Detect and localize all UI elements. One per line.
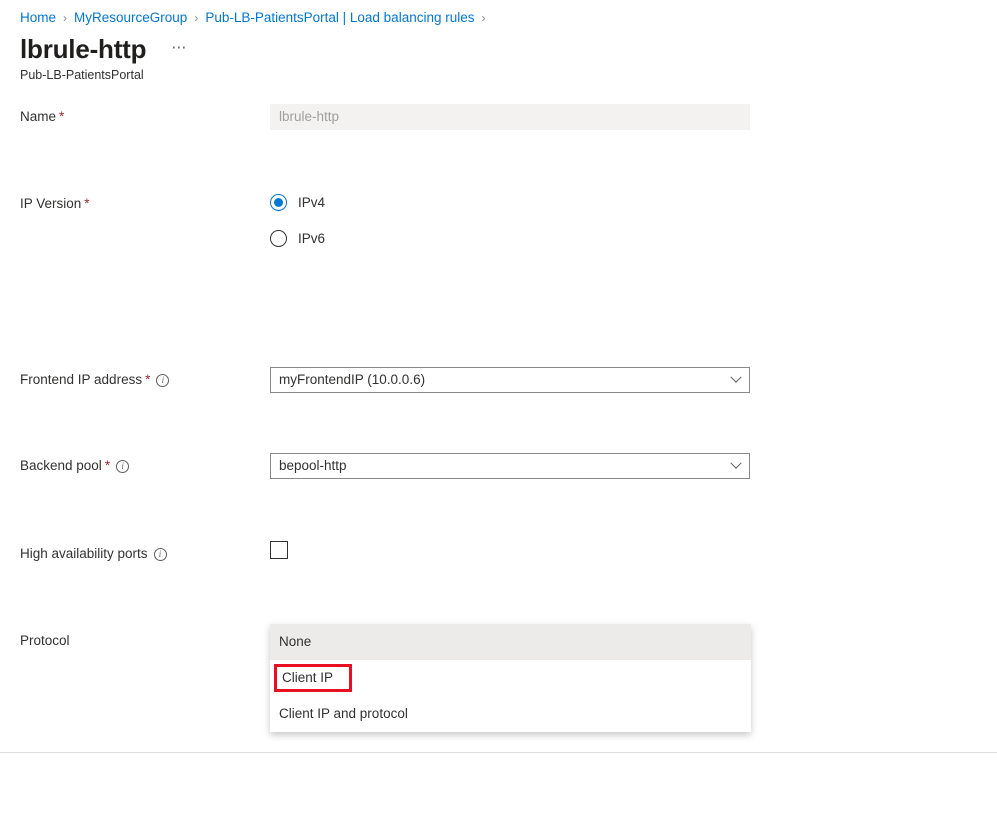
form-row-name: Name * lbrule-http: [0, 100, 997, 144]
form-row-health-probe: Health probe * i healthprobe-http (TCP:8…: [0, 537, 997, 595]
form-row-backend-pool: Backend pool * i bepool-http: [0, 275, 997, 318]
breadcrumb: Home › MyResourceGroup › Pub-LB-Patients…: [20, 9, 492, 27]
form-row-ip-version: IP Version * IPv4 IPv6: [0, 144, 997, 232]
form-row-backend-port: Backend port * i 80: [0, 494, 997, 537]
breadcrumb-item-home[interactable]: Home: [20, 9, 56, 27]
form-row-frontend-ip: Frontend IP address * i myFrontendIP (10…: [0, 232, 997, 275]
load-balancing-rule-page: Home › MyResourceGroup › Pub-LB-Patients…: [0, 0, 997, 832]
radio-ipv4[interactable]: IPv4: [270, 194, 325, 211]
name-input: lbrule-http: [270, 104, 750, 130]
radio-ipv4-indicator: [270, 194, 287, 211]
form-row-protocol: Protocol TCP UDP: [0, 363, 997, 451]
session-persistence-option-client-ip-and-protocol[interactable]: Client IP and protocol: [270, 696, 751, 732]
session-persistence-option-client-ip[interactable]: Client IP: [270, 660, 751, 696]
label-ip-version: IP Version *: [20, 195, 90, 213]
more-options-icon[interactable]: ⋯: [168, 39, 191, 57]
page-subtitle: Pub-LB-PatientsPortal: [20, 67, 144, 83]
page-header: lbrule-http ⋯: [20, 33, 191, 65]
session-persistence-option-none[interactable]: None: [270, 624, 751, 660]
page-title: lbrule-http: [20, 33, 146, 65]
form-row-port: Port * 80: [0, 451, 997, 494]
label-name: Name *: [20, 108, 64, 126]
session-persistence-options-list: None Client IP Client IP and protocol: [270, 624, 751, 732]
breadcrumb-item-resource-group[interactable]: MyResourceGroup: [74, 9, 187, 27]
breadcrumb-separator-icon: ›: [194, 9, 198, 27]
breadcrumb-item-load-balancing-rules[interactable]: Pub-LB-PatientsPortal | Load balancing r…: [205, 9, 474, 27]
breadcrumb-separator-icon: ›: [63, 9, 67, 27]
radio-ipv4-label: IPv4: [298, 195, 325, 210]
form-row-ha-ports: High availability ports i: [0, 318, 997, 363]
breadcrumb-separator-icon: ›: [481, 9, 485, 27]
footer-bar: Save Cancel: [0, 753, 997, 832]
